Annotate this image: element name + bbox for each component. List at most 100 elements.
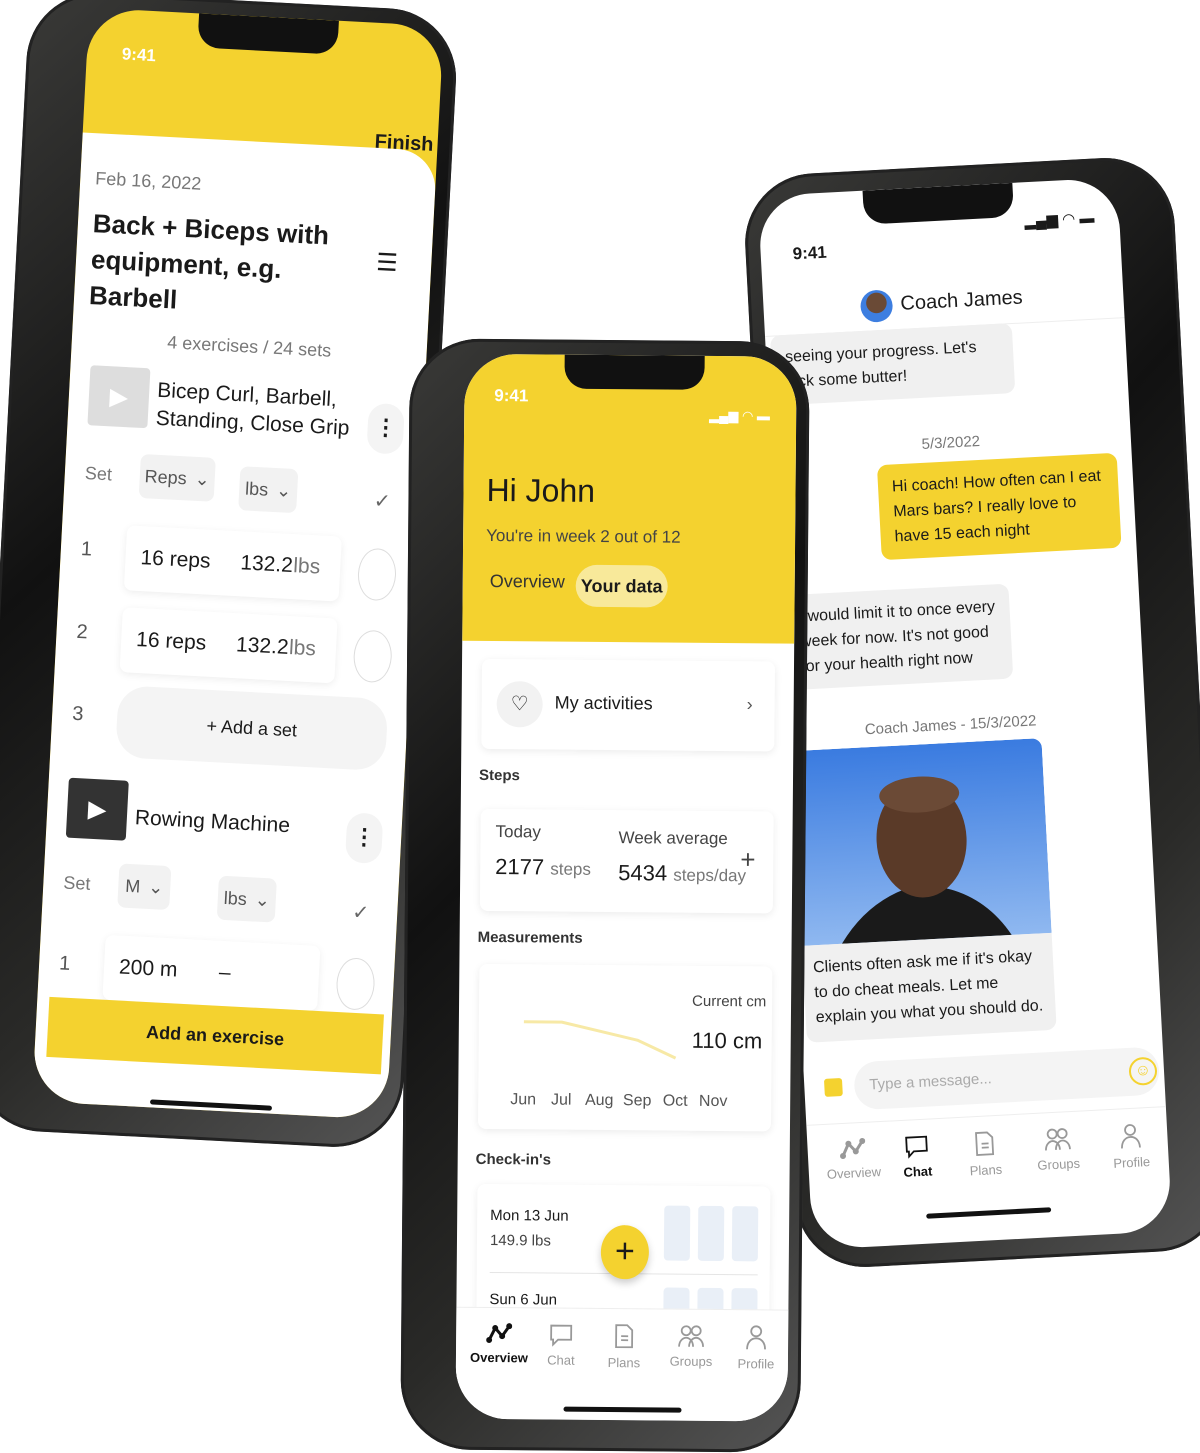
tab-plans[interactable]: Plans: [589, 1323, 659, 1371]
status-time: 9:41: [121, 44, 157, 66]
current-value: 110 cm: [691, 1027, 763, 1054]
chevron-right-icon: ›: [746, 694, 753, 715]
coach-message-caption: Clients often ask me if it's okay to do …: [812, 947, 1044, 1027]
set-complete-toggle[interactable]: [356, 547, 398, 602]
exercise-menu-button[interactable]: ⋮: [366, 402, 405, 455]
tab-overview[interactable]: Overview: [464, 1322, 534, 1366]
add-exercise-button[interactable]: Add an exercise: [46, 996, 384, 1075]
exercise-name: Rowing Machine: [134, 806, 291, 838]
x-tick-label: Jun: [510, 1091, 536, 1108]
coach-video-message[interactable]: Clients often ask me if it's okay to do …: [791, 738, 1057, 1043]
chevron-down-icon: ⌄: [194, 468, 211, 490]
exercise-video-thumbnail[interactable]: ▶: [87, 365, 151, 429]
tab-label: Groups: [1037, 1155, 1081, 1173]
tab-label: Profile: [737, 1356, 775, 1372]
chevron-down-icon: ⌄: [275, 479, 292, 501]
list-icon[interactable]: ☰: [376, 248, 399, 278]
set-weight: –: [218, 960, 232, 985]
x-tick-label: Oct: [663, 1093, 689, 1110]
week-average-unit: steps/day: [673, 865, 747, 886]
image-attach-icon[interactable]: [823, 1077, 843, 1097]
distance-select-value: M: [124, 875, 141, 897]
check-icon[interactable]: ✓: [352, 900, 370, 926]
user-message: Hi coach! How often can I eat Mars bars?…: [876, 452, 1122, 561]
checkin-photo[interactable]: [697, 1205, 725, 1262]
unit-select-value: lbs: [244, 477, 269, 500]
set-complete-toggle[interactable]: [335, 956, 376, 1011]
tab-your-data[interactable]: Your data: [575, 564, 668, 608]
home-indicator: [563, 1406, 682, 1413]
my-activities-card[interactable]: ♡ My activities ›: [481, 658, 776, 752]
exercise-menu-button[interactable]: ⋮: [344, 812, 384, 865]
status-icons: ▂▄▆ ◠ ▬: [709, 407, 771, 424]
tab-label: Profile: [1112, 1153, 1151, 1171]
set-complete-toggle[interactable]: [352, 629, 394, 684]
workout-phone: 9:41 Finish Feb 16, 2022 Back + Biceps w…: [0, 0, 460, 1151]
unit-select-value: lbs: [223, 887, 248, 909]
tab-overview[interactable]: Overview: [490, 571, 565, 593]
today-unit: steps: [550, 859, 592, 879]
set-column-label: Set: [62, 872, 91, 894]
distance-select[interactable]: M ⌄: [117, 863, 172, 911]
set-row[interactable]: 200 m –: [102, 934, 321, 1011]
checkin-value: 149.9 lbs: [489, 1232, 551, 1250]
x-tick-label: Jul: [551, 1092, 572, 1109]
tab-groups[interactable]: Groups: [1022, 1125, 1094, 1174]
add-set-button[interactable]: + Add a set: [115, 685, 389, 772]
coach-photo[interactable]: [791, 738, 1052, 946]
week-average-label: Week average: [618, 828, 728, 849]
tab-chat[interactable]: Chat: [881, 1132, 953, 1181]
set-reps: 16 reps: [139, 546, 212, 573]
check-icon[interactable]: ✓: [373, 488, 391, 514]
tab-chat[interactable]: Chat: [526, 1322, 596, 1368]
reps-select[interactable]: Reps ⌄: [138, 453, 216, 502]
set-column-label: Set: [84, 463, 113, 485]
tab-groups[interactable]: Groups: [656, 1323, 726, 1369]
tab-label: Chat: [903, 1163, 933, 1180]
checkin-photo[interactable]: [731, 1206, 759, 1262]
measurement-line: [523, 1020, 677, 1060]
current-label: Current cm: [692, 992, 767, 1011]
tab-overview[interactable]: Overview: [817, 1136, 889, 1183]
exercise-video-thumbnail[interactable]: ▶: [65, 777, 129, 841]
x-tick-label: Nov: [699, 1093, 728, 1110]
greeting: Hi John: [486, 471, 596, 509]
add-checkin-button[interactable]: +: [600, 1224, 650, 1280]
set-unit: lbs: [288, 635, 317, 661]
checkin-date: Sun 6 Jun: [489, 1291, 558, 1309]
set-row[interactable]: 16 reps 132.2 lbs: [119, 607, 338, 684]
coach-message: I would limit it to once every week for …: [783, 583, 1014, 691]
chat-date: Coach James - 15/3/2022: [864, 712, 1037, 739]
coach-avatar[interactable]: [859, 289, 894, 323]
tab-label: Groups: [669, 1353, 713, 1369]
workout-date: Feb 16, 2022: [94, 168, 202, 194]
overview-phone: 9:41 ▂▄▆ ◠ ▬ Hi John You're in week 2 ou…: [400, 338, 810, 1453]
chat-phone: 9:41 ▂▄▆ ◠ ▬ Coach James seeing your pro…: [741, 154, 1200, 1271]
tab-label: Overview: [469, 1349, 528, 1366]
set-row[interactable]: 16 reps 132.2 lbs: [123, 525, 342, 602]
tab-label: Plans: [969, 1161, 1003, 1179]
notch: [862, 182, 1015, 225]
tab-profile[interactable]: Profile: [1095, 1121, 1167, 1172]
workout-screen: 9:41 Finish Feb 16, 2022 Back + Biceps w…: [31, 7, 444, 1120]
week-average-steps: 5434: [618, 860, 668, 886]
measurements-card[interactable]: Jun Jul Aug Sep Oct Nov Current cm 110 cm: [477, 963, 773, 1132]
my-activities-label: My activities: [554, 692, 653, 714]
workout-summary: 4 exercises / 24 sets: [166, 332, 332, 361]
tab-profile[interactable]: Profile: [721, 1324, 791, 1372]
measurements-heading: Measurements: [477, 928, 583, 947]
set-reps: 16 reps: [135, 627, 207, 655]
set-number: 3: [71, 702, 84, 726]
checkin-photo[interactable]: [663, 1205, 691, 1261]
add-steps-button[interactable]: +: [740, 844, 755, 875]
unit-select[interactable]: lbs ⌄: [238, 466, 299, 514]
set-number: 2: [75, 620, 89, 644]
unit-select[interactable]: lbs ⌄: [216, 875, 277, 923]
tab-plans[interactable]: Plans: [949, 1129, 1021, 1180]
today-steps: 2177: [495, 854, 545, 880]
message-input[interactable]: Type a message...: [853, 1046, 1161, 1111]
week-progress: You're in week 2 out of 12: [486, 525, 681, 547]
set-number: 1: [58, 952, 71, 975]
today-label: Today: [495, 822, 542, 842]
steps-heading: Steps: [478, 766, 520, 785]
